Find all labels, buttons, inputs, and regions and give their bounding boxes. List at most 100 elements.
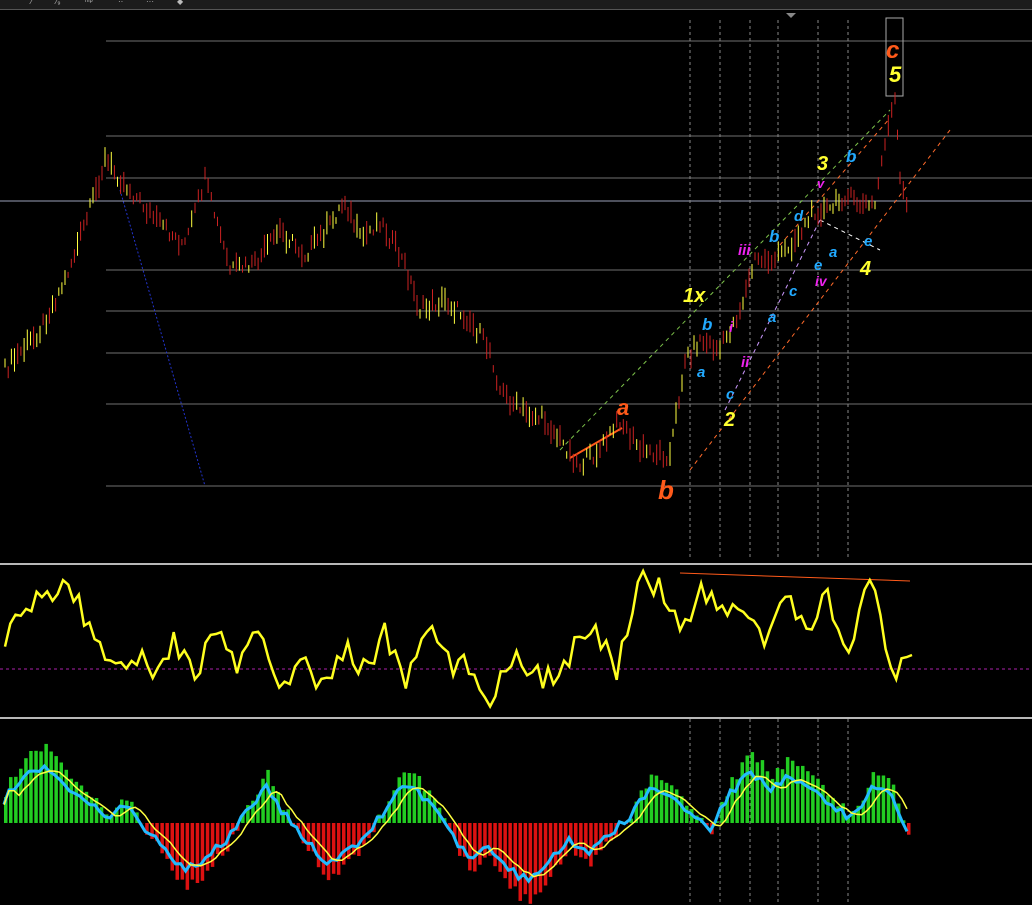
wave-label-minute-iv: iv [815, 273, 828, 289]
macd-histogram-bar [186, 823, 190, 890]
wave-label-minute-iii: iii [738, 242, 751, 259]
price-grid [0, 41, 1032, 486]
macd-histogram-bar [554, 823, 558, 865]
wave-label-minor-c1: c [726, 386, 735, 403]
macd-histogram-bar [882, 776, 886, 824]
wave-label-primary-c: c [886, 37, 899, 64]
toolbar-item-2[interactable]: ⁄₉ [56, 0, 61, 6]
macd-histogram-bar [907, 823, 911, 835]
oscillator-chart[interactable] [0, 565, 1032, 717]
macd-histogram-bar [508, 823, 512, 889]
wave-label-minor-b1: b [702, 315, 712, 334]
macd-histogram-bar [756, 762, 760, 823]
macd-histogram-bar [776, 768, 780, 823]
wave-label-2: 2 [723, 409, 735, 431]
macd-histogram-bar [216, 823, 220, 854]
macd-histogram-bar [816, 779, 820, 823]
toolbar-item-3[interactable]: ᵐᵖ [85, 0, 93, 6]
macd-histogram-bar [665, 783, 669, 823]
macd-histogram-bar [9, 777, 13, 823]
macd-histogram-bar [337, 823, 341, 875]
macd-histogram-bar [887, 778, 891, 823]
macd-histogram-bar [660, 780, 664, 823]
macd-histogram-bar [791, 761, 795, 823]
wave-label-minor-e2: e [864, 233, 872, 250]
price-chart-panel[interactable]: a b c 1x 2 3 4 5 a b c a b c d e a b e i… [0, 10, 1032, 558]
macd-histogram-bar [408, 773, 412, 823]
macd-histogram-bar [746, 756, 750, 824]
macd-panel[interactable] [0, 717, 1032, 905]
macd-histogram-bar [685, 806, 689, 823]
macd-histogram-bar [519, 823, 523, 901]
toolbar-dropdown-icon[interactable]: ◆ [177, 0, 183, 6]
trendline-blue[interactable] [120, 190, 205, 486]
macd-histogram-bar [544, 823, 548, 886]
macd-histogram-bar [529, 823, 533, 904]
wave-label-primary-b: b [658, 475, 674, 505]
wave-label-minor-b3: b [846, 147, 856, 166]
toolbar-item-1[interactable]: ⁄ [31, 0, 32, 6]
wave-label-minor-c2: c [789, 283, 798, 300]
wave-label-minute-ii: ii [741, 354, 750, 371]
wave-label-minor-e1: e [814, 257, 822, 274]
wave-label-minor-a2: a [768, 309, 776, 326]
macd-histogram-bar [24, 758, 28, 823]
oscillator-panel[interactable] [0, 563, 1032, 717]
macd-histogram-bar [640, 790, 644, 823]
wave-label-4: 4 [859, 258, 871, 280]
wave-label-5: 5 [889, 62, 902, 87]
macd-histogram-bar [751, 752, 755, 823]
wave-a-trendline[interactable] [570, 428, 622, 458]
macd-chart[interactable] [0, 719, 1032, 905]
macd-histogram-bar [34, 751, 38, 823]
macd-histogram-bar [761, 760, 765, 823]
macd-histogram-bar [826, 795, 830, 823]
macd-histogram-bar [786, 757, 790, 823]
macd-histogram-bar [796, 766, 800, 823]
macd-histogram-bar [655, 776, 659, 823]
wave-label-3: 3 [817, 153, 828, 175]
macd-histogram-bar [579, 823, 583, 857]
macd-histogram-bar [29, 751, 33, 823]
price-chart[interactable]: a b c 1x 2 3 4 5 a b c a b c d e a b e i… [0, 10, 1032, 558]
chart-toolbar: ⁄ ⁄₉ ᵐᵖ ·· ··· ◆ [0, 0, 1032, 10]
macd-histogram-bar [49, 752, 53, 824]
macd-histogram-bar [534, 823, 538, 894]
macd-histogram-bar [54, 756, 58, 823]
vertical-separators [690, 20, 848, 558]
price-bars [5, 92, 907, 475]
macd-histogram-bar [60, 763, 64, 824]
macd-histogram-bar [120, 800, 124, 824]
wave-label-primary-a: a [617, 395, 629, 420]
macd-histogram-bar [493, 823, 497, 866]
macd-histogram-bar [730, 777, 734, 823]
toolbar-item-4[interactable]: ·· [118, 0, 123, 6]
macd-histogram-bar [90, 798, 94, 824]
macd-histogram-bar [39, 751, 43, 823]
macd-histogram-bar [307, 823, 311, 851]
macd-histogram-bar [473, 823, 477, 872]
macd-histogram-bar [483, 823, 487, 858]
macd-histogram-bar [806, 771, 810, 823]
macd-histogram-bar [201, 823, 205, 881]
macd-histogram-bar [877, 776, 881, 824]
macd-histogram-bar [70, 779, 74, 823]
macd-histogram-bar [332, 823, 336, 874]
macd-histogram-bar [670, 785, 674, 823]
wave-labels: a b c 1x 2 3 4 5 a b c a b c d e a b e i… [617, 37, 902, 505]
macd-histogram-bar [811, 775, 815, 823]
macd-histogram-bar [44, 744, 48, 823]
macd-histogram-bar [423, 791, 427, 823]
macd-histogram-bar [191, 823, 195, 880]
toolbar-item-5[interactable]: ··· [146, 0, 154, 6]
macd-histogram-bar [181, 823, 185, 880]
wave-label-minor-b2: b [769, 227, 779, 246]
macd-histogram-bar [604, 823, 608, 842]
macd-histogram-bar [524, 823, 528, 894]
oscillator-line [5, 571, 912, 707]
macd-histogram-bar [539, 823, 543, 892]
wave-label-minor-d: d [794, 208, 804, 225]
macd-histogram-bar [609, 823, 613, 841]
divergence-line[interactable] [680, 573, 910, 581]
macd-histogram-bar [271, 786, 275, 823]
